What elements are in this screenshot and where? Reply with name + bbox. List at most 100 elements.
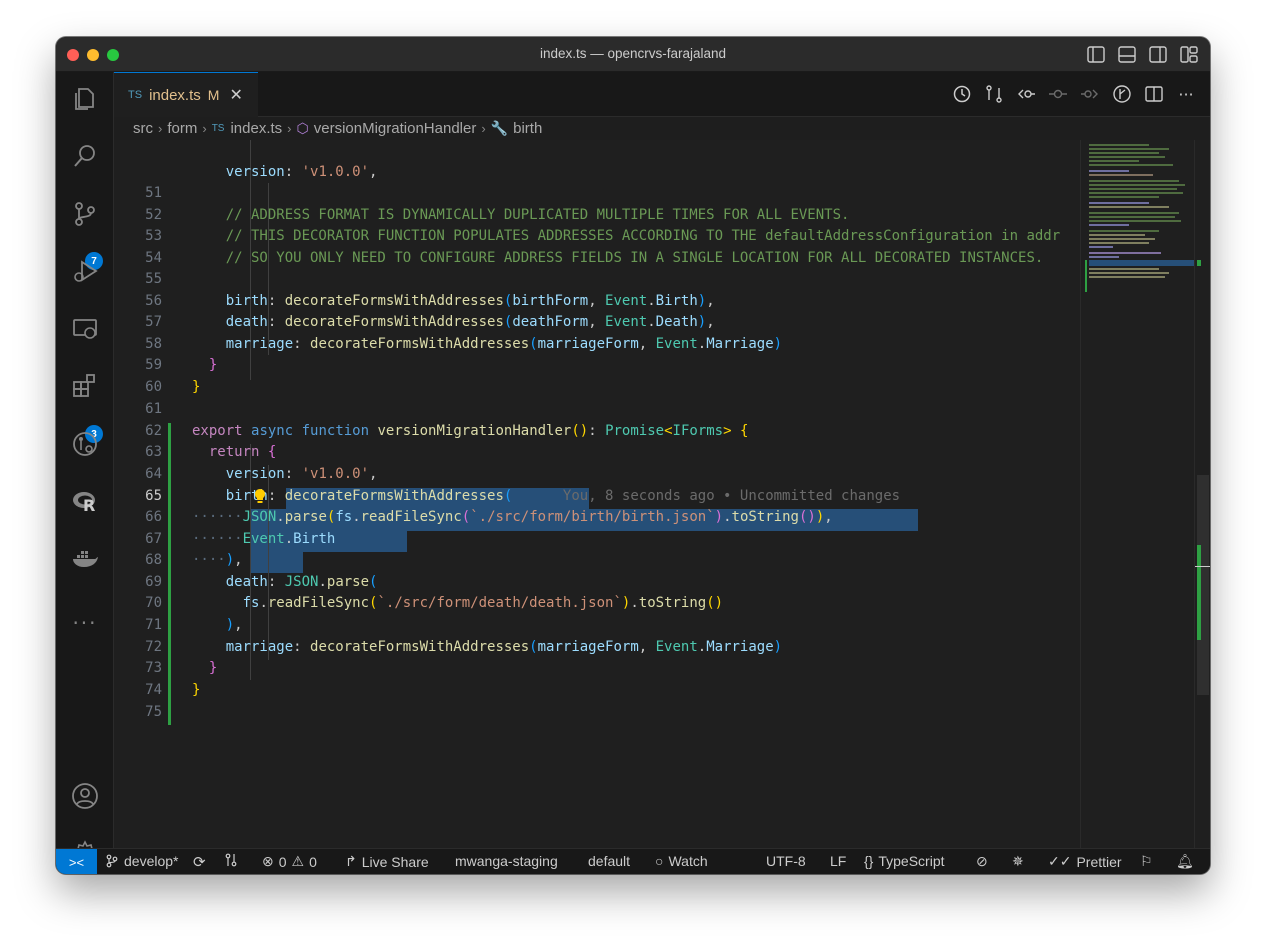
live-share-button[interactable]: ↱ Live Share (345, 853, 429, 870)
code-editor[interactable]: 51 52 53 54 55 56 57 58 59 60 61 62 63 6… (114, 140, 1080, 848)
sync-icon[interactable]: ⟳ (193, 853, 206, 871)
function-symbol-icon: ⬡ (296, 119, 309, 136)
encoding-button[interactable]: UTF-8 (766, 853, 806, 869)
prettier-button[interactable]: ✓✓ Prettier (1048, 853, 1122, 870)
branch-button[interactable]: develop* (105, 853, 179, 869)
line-number: 61 (145, 401, 162, 417)
chevron-right-icon: › (158, 120, 163, 136)
split-editor-icon[interactable] (1144, 84, 1164, 104)
notifications-bell-icon[interactable]: 🔔︎ (1176, 853, 1194, 870)
accounts-icon[interactable] (56, 772, 114, 820)
problems-button[interactable]: ⊗ 0 ⚠ 0 (262, 853, 317, 870)
lightbulb-icon[interactable] (253, 488, 267, 504)
namespace-button[interactable]: default (588, 853, 630, 869)
line-number: 56 (145, 293, 162, 309)
more-actions-icon[interactable]: ··· (1176, 84, 1196, 104)
gitlens-inspect-icon[interactable] (1112, 84, 1132, 104)
line-number: 58 (145, 336, 162, 352)
code-line: birth: decorateFormsWithAddresses( You, … (225, 488, 901, 504)
copilot-icon[interactable]: ⊘ (976, 853, 988, 870)
double-check-icon: ✓✓ (1048, 853, 1072, 869)
line-number: 52 (145, 207, 162, 223)
breadcrumb: src › form › TS index.ts › ⬡ versionMigr… (133, 117, 542, 139)
line-number: 72 (145, 639, 162, 655)
git-branch-icon (106, 854, 118, 868)
toggle-secondary-sidebar-icon[interactable] (1149, 46, 1167, 63)
live-share-label: Live Share (361, 853, 429, 870)
breadcrumb-src[interactable]: src (133, 120, 153, 137)
line-number: 71 (145, 617, 162, 633)
warning-count: 0 (309, 853, 317, 870)
typescript-file-icon: TS (128, 89, 143, 101)
close-tab-icon[interactable]: ✕ (229, 85, 242, 105)
search-icon[interactable] (56, 132, 114, 180)
warning-icon: ⚠ (291, 853, 305, 869)
code-line: birth: decorateFormsWithAddresses(birthF… (225, 293, 715, 309)
line-number: 73 (145, 660, 162, 676)
extension-status-icon[interactable]: ✵ (1012, 853, 1024, 870)
chevron-right-icon: › (481, 120, 486, 136)
gitlens-icon[interactable] (56, 420, 114, 468)
customize-layout-icon[interactable] (1180, 46, 1198, 63)
remote-explorer-icon[interactable] (56, 305, 114, 353)
breadcrumb-file[interactable]: index.ts (230, 120, 282, 137)
eol-button[interactable]: LF (830, 853, 846, 869)
circle-icon: ○ (655, 853, 664, 869)
scrollbar-change-marker (1197, 545, 1201, 640)
code-line: marriage: decorateFormsWithAddresses(mar… (225, 336, 783, 352)
line-number: 59 (145, 357, 162, 373)
vscode-window: index.ts — opencrvs-farajaland 7 3 R ...… (56, 37, 1210, 874)
remote-indicator-button[interactable]: >< (56, 849, 97, 874)
git-added-lines-indicator (168, 423, 171, 725)
code-line: } (208, 660, 218, 676)
code-line: marriage: decorateFormsWithAddresses(mar… (225, 639, 783, 655)
code-line: return { (208, 444, 277, 460)
minimap[interactable] (1080, 140, 1199, 848)
code-line: } (192, 379, 201, 395)
source-control-icon[interactable] (56, 190, 114, 238)
watch-button[interactable]: ○ Watch (655, 853, 708, 869)
tab-filename: index.ts (149, 86, 201, 104)
line-number: 63 (145, 444, 162, 460)
chevron-right-icon: › (202, 120, 207, 136)
r-language-icon[interactable]: R (56, 477, 114, 525)
error-count: 0 (278, 853, 287, 870)
code-line: } (208, 357, 218, 373)
breadcrumb-form[interactable]: form (167, 120, 197, 137)
next-change-icon[interactable] (1080, 84, 1100, 104)
explorer-icon[interactable] (56, 75, 114, 123)
breadcrumb-property[interactable]: birth (513, 120, 542, 137)
chevron-right-icon: › (287, 120, 292, 136)
code-line: death: decorateFormsWithAddresses(deathF… (225, 314, 715, 330)
toggle-panel-icon[interactable] (1118, 46, 1136, 63)
timeline-history-icon[interactable] (952, 84, 972, 104)
gitlens-graph-icon[interactable] (224, 853, 238, 867)
toggle-primary-sidebar-icon[interactable] (1087, 46, 1105, 63)
compare-changes-icon[interactable] (984, 84, 1004, 104)
error-icon: ⊗ (262, 853, 274, 869)
code-line: // SO YOU ONLY NEED TO CONFIGURE ADDRESS… (225, 250, 1044, 266)
docker-icon[interactable] (56, 535, 114, 583)
vertical-scrollbar[interactable] (1194, 140, 1210, 848)
window-title: index.ts — opencrvs-farajaland (539, 46, 727, 61)
run-debug-icon[interactable] (56, 247, 114, 295)
code-line: // ADDRESS FORMAT IS DYNAMICALLY DUPLICA… (225, 207, 850, 223)
more-views-icon[interactable]: ... (56, 593, 114, 641)
watch-label: Watch (668, 853, 708, 869)
extensions-icon[interactable] (56, 362, 114, 410)
tab-index-ts[interactable]: TS index.ts M ✕ (114, 72, 258, 117)
language-mode-button[interactable]: {} TypeScript (864, 853, 945, 869)
tab-bar: TS index.ts M ✕ ··· (114, 72, 1210, 117)
previous-change-icon[interactable] (1016, 84, 1036, 104)
breadcrumb-function[interactable]: versionMigrationHandler (314, 120, 477, 137)
profile-button[interactable]: mwanga-staging (455, 853, 558, 869)
code-line: } (192, 682, 201, 698)
modified-indicator: M (207, 87, 220, 103)
line-number: 60 (145, 379, 162, 395)
line-number: 51 (145, 185, 162, 201)
feedback-icon[interactable]: ⚐ (1140, 853, 1153, 870)
line-number: 54 (145, 250, 162, 266)
status-bar: >< develop* ⟳ ⊗ 0 ⚠ 0 ↱ Live Share mwang… (56, 848, 1210, 874)
line-number: 75 (145, 704, 162, 720)
commit-icon[interactable] (1048, 84, 1068, 104)
